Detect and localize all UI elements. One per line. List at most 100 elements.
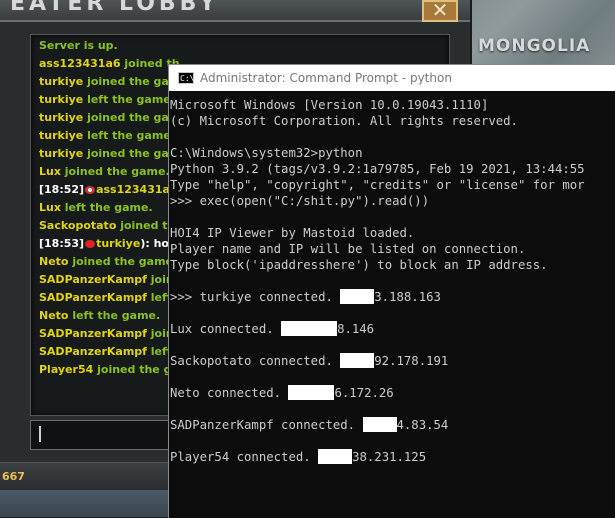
chat-text: joined the game xyxy=(68,255,174,268)
console-output[interactable]: Microsoft Windows [Version 10.0.19043.11… xyxy=(169,91,615,518)
connection-line: Sackopotato connected. 92.178.191 xyxy=(170,353,448,369)
ip-address-tail: 8.146 xyxy=(337,322,375,336)
close-lobby-button[interactable]: ✕ xyxy=(422,0,458,22)
chat-player-name[interactable]: SADPanzerKampf xyxy=(39,345,147,358)
console-line: Python 3.9.2 (tags/v3.9.2:1a79785, Feb 1… xyxy=(170,162,585,176)
connection-line: >>> turkiye connected. 3.188.163 xyxy=(170,289,441,305)
chat-message: Lux joined the game. xyxy=(39,165,170,178)
chat-message: turkiye joined the gam xyxy=(39,75,180,88)
flag-icon xyxy=(85,240,96,248)
map-country-label: MONGOLIA xyxy=(478,36,591,56)
connection-text: Player54 connected. xyxy=(170,450,319,464)
chat-text: joined the gam xyxy=(83,75,181,88)
chat-player-name[interactable]: turkiye xyxy=(39,75,83,88)
chat-message: turkiye left the game. xyxy=(39,129,175,142)
text-cursor xyxy=(39,426,41,442)
chat-message: Player54 joined the ga xyxy=(39,363,179,376)
redaction-box xyxy=(318,449,353,464)
console-line: Type block('ipaddresshere') to block an … xyxy=(170,258,548,272)
console-line: >>> exec(open("C:/shit.py").read()) xyxy=(170,194,430,208)
chat-timestamp: [18:53] xyxy=(39,237,85,250)
redaction-box xyxy=(281,321,338,336)
chat-message: Sackopotato joined th xyxy=(39,219,175,232)
close-icon: ✕ xyxy=(431,0,449,22)
connection-line: SADPanzerKampf connected. 4.83.54 xyxy=(170,417,448,433)
connection-text: >>> turkiye connected. xyxy=(170,290,341,304)
chat-player-name[interactable]: Neto xyxy=(39,309,68,322)
chat-text: joined the gam xyxy=(83,111,181,124)
chat-message: Server is up. xyxy=(39,39,118,52)
chat-text: left the game. xyxy=(83,129,175,142)
chat-message: SADPanzerKampf left xyxy=(39,291,172,304)
chat-player-name[interactable]: turkiye xyxy=(39,147,83,160)
ip-address-tail: 3.188.163 xyxy=(374,290,441,304)
chat-text: left the game. xyxy=(83,93,175,106)
console-titlebar[interactable]: C:\ Administrator: Command Prompt - pyth… xyxy=(169,65,615,91)
console-line: HOI4 IP Viewer by Mastoid loaded. xyxy=(170,226,415,240)
redaction-box xyxy=(340,353,375,368)
chat-text: left the game. xyxy=(68,309,161,322)
chat-message: turkiye joined the gam xyxy=(39,147,180,160)
ip-address-tail: 38.231.125 xyxy=(352,450,427,464)
command-prompt-icon: C:\ xyxy=(178,72,195,84)
console-line: Player name and IP will be listed on con… xyxy=(170,242,526,256)
connection-text: Neto connected. xyxy=(170,386,289,400)
chat-message: [18:52] ass123431a6 xyxy=(39,183,178,196)
chat-message: SADPanzerKampf join xyxy=(39,273,174,286)
chat-message: SADPanzerKampf join xyxy=(39,327,174,340)
console-line: Type "help", "copyright", "credits" or "… xyxy=(170,178,585,192)
chat-player-name[interactable]: Player54 xyxy=(39,363,93,376)
connection-line: Lux connected. 8.146 xyxy=(170,321,374,337)
chat-player-name[interactable]: ass123431a6 xyxy=(96,183,178,196)
chat-player-name[interactable]: turkiye xyxy=(96,237,140,250)
ip-address-tail: 92.178.191 xyxy=(374,354,449,368)
chat-message: Neto left the game. xyxy=(39,309,160,322)
chat-message: SADPanzerKampf left xyxy=(39,345,172,358)
chat-player-name[interactable]: Sackopotato xyxy=(39,219,116,232)
chat-text: left the game. xyxy=(60,201,153,214)
chat-player-name[interactable]: turkiye xyxy=(39,129,83,142)
bottom-status-bar: 667 xyxy=(0,462,170,491)
chat-player-name[interactable]: Lux xyxy=(39,165,61,178)
chat-text: joined the ga xyxy=(93,363,179,376)
chat-player-name[interactable]: turkiye xyxy=(39,111,83,124)
redaction-box xyxy=(340,289,375,304)
connection-text: SADPanzerKampf connected. xyxy=(170,418,363,432)
lobby-title: EATER LOBBY xyxy=(10,0,220,16)
chat-player-name[interactable]: SADPanzerKampf xyxy=(39,327,147,340)
redaction-box xyxy=(362,417,397,432)
chat-text: joined the game. xyxy=(60,165,170,178)
chat-message: Lux left the game. xyxy=(39,201,153,214)
bottom-status-value: 667 xyxy=(2,470,25,483)
ip-address-tail: 6.172.26 xyxy=(334,386,394,400)
chat-player-name[interactable]: SADPanzerKampf xyxy=(39,273,147,286)
flag-icon xyxy=(85,186,96,194)
chat-player-name[interactable]: SADPanzerKampf xyxy=(39,291,147,304)
console-line: C:\Windows\system32>python xyxy=(170,146,363,160)
connection-line: Player54 connected. 38.231.125 xyxy=(170,449,426,465)
connection-text: Sackopotato connected. xyxy=(170,354,341,368)
chat-player-name[interactable]: Lux xyxy=(39,201,61,214)
chat-text: Server is up. xyxy=(39,39,118,52)
console-line: (c) Microsoft Corporation. All rights re… xyxy=(170,114,518,128)
console-window-title: Administrator: Command Prompt - python xyxy=(200,71,452,85)
chat-player-name[interactable]: turkiye xyxy=(39,93,83,106)
command-prompt-window[interactable]: C:\ Administrator: Command Prompt - pyth… xyxy=(168,64,615,518)
chat-timestamp: [18:52] xyxy=(39,183,85,196)
chat-message: turkiye left the game. xyxy=(39,93,175,106)
chat-message: ass123431a6 joined th xyxy=(39,57,180,70)
connection-line: Neto connected. 6.172.26 xyxy=(170,385,394,401)
chat-text: joined the gam xyxy=(83,147,181,160)
chat-player-name[interactable]: ass123431a6 xyxy=(39,57,121,70)
lobby-header: EATER LOBBY xyxy=(0,0,470,22)
chat-text: joined th xyxy=(116,219,176,232)
chat-message: turkiye joined the gam xyxy=(39,111,180,124)
ip-address-tail: 4.83.54 xyxy=(396,418,449,432)
console-line: Microsoft Windows [Version 10.0.19043.11… xyxy=(170,98,489,112)
connection-text: Lux connected. xyxy=(170,322,282,336)
chat-player-name[interactable]: Neto xyxy=(39,255,68,268)
redaction-box xyxy=(288,385,335,400)
chat-message: [18:53] turkiye): how xyxy=(39,237,179,250)
chat-message: Neto joined the game xyxy=(39,255,173,268)
bottom-map-strip xyxy=(0,490,170,517)
